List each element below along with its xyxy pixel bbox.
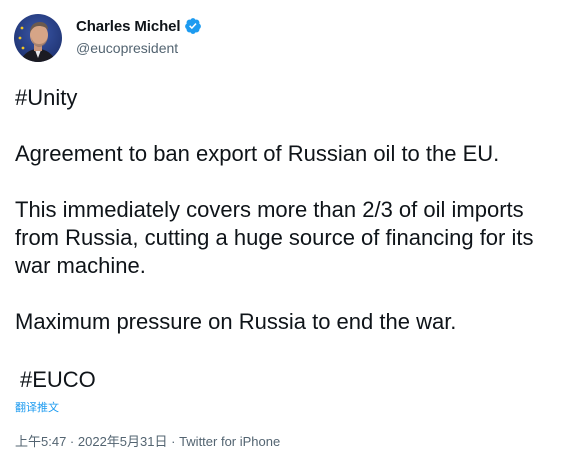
tweet-source[interactable]: Twitter for iPhone [179,434,280,449]
tweet-text-paragraph-2: This immediately covers more than 2/3 of… [15,197,534,278]
tweet-meta: 上午5:47 · 2022年5月31日 · Twitter for iPhone [15,431,280,450]
hashtag-euco-link[interactable]: #EUCO [20,366,96,394]
tweet-card: Charles Michel @eucopresident #Unity Agr… [0,0,574,453]
meta-separator-1: · [66,434,78,449]
verified-badge-icon [184,17,202,35]
author-handle[interactable]: @eucopresident [76,40,178,56]
tweet-text-line-1: Agreement to ban export of Russian oil t… [15,141,500,166]
author-name-row[interactable]: Charles Michel [76,17,202,35]
translate-tweet-link[interactable]: 翻译推文 [15,399,59,415]
meta-separator-2: · [167,434,180,449]
avatar[interactable] [14,14,62,62]
tweet-text-line-4: Maximum pressure on Russia to end the wa… [15,309,457,334]
hashtag-unity-link[interactable]: #Unity [15,84,77,112]
tweet-date[interactable]: 2022年5月31日 [78,434,168,449]
tweet-time[interactable]: 上午5:47 [15,434,66,449]
display-name[interactable]: Charles Michel [76,18,181,35]
profile-photo-icon [14,14,62,62]
